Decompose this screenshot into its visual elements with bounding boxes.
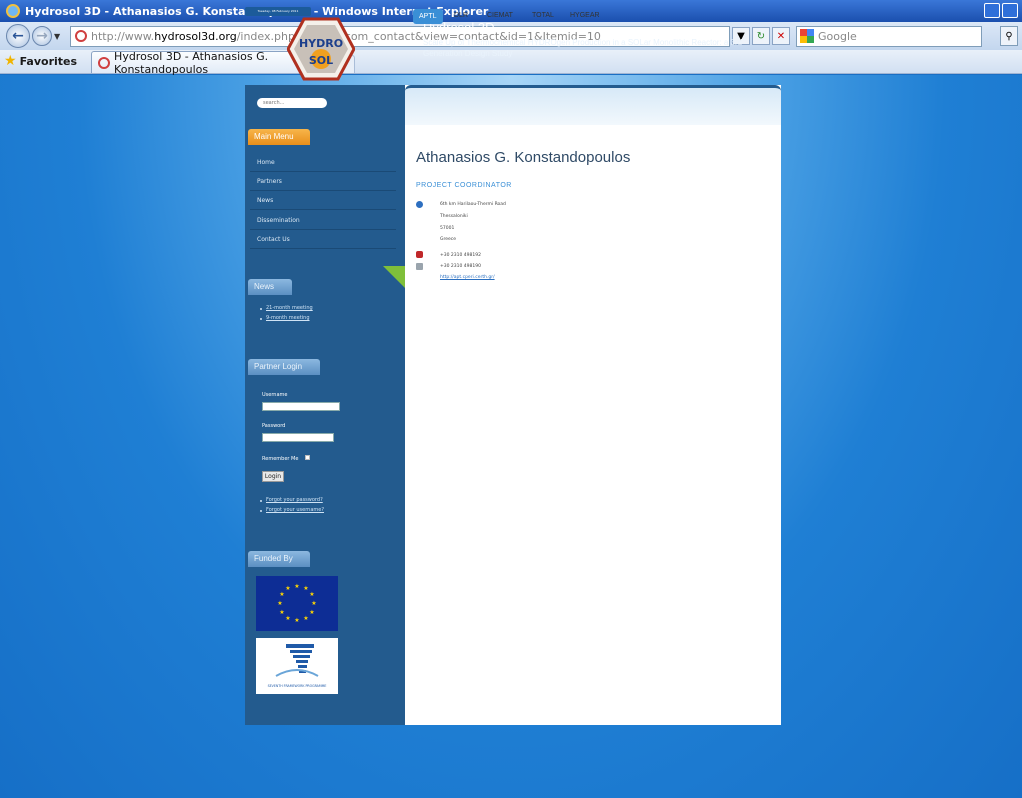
svg-text:★: ★ [303, 585, 308, 592]
svg-text:★: ★ [309, 609, 314, 616]
svg-text:★: ★ [279, 591, 284, 598]
site-subtitle: Scale Up of Thermochemical HYDROgen Prod… [423, 38, 743, 58]
search-box[interactable]: Google [796, 25, 982, 47]
logo-text-top: HYDRO [299, 37, 343, 50]
username-label: Username [262, 392, 288, 398]
address-city: Thessaloniki [440, 214, 468, 219]
forgot-password-link[interactable]: Forgot your password? [266, 497, 323, 503]
menu-item-home[interactable]: Home [250, 154, 396, 172]
date-display: Tuesday, 08 February 2011 [245, 7, 311, 16]
svg-text:★: ★ [294, 583, 299, 590]
address-postcode: 57001 [440, 226, 455, 231]
news-link-9-month[interactable]: 9-month meeting [266, 315, 310, 321]
remember-me-checkbox[interactable] [305, 455, 310, 460]
partner-tabs-bar [405, 85, 781, 125]
logo-text-bottom: SOL [309, 54, 333, 67]
back-button[interactable]: ← [6, 24, 30, 48]
favorites-label: Favorites [19, 54, 78, 68]
contact-position: PROJECT COORDINATOR [416, 182, 512, 189]
tab-total[interactable]: TOTAL [532, 12, 554, 19]
funded-by-title: Funded By [248, 551, 310, 567]
partner-login-title: Partner Login [248, 359, 320, 375]
address-street: 6th km Harilaou-Thermi Road [440, 202, 506, 207]
contact-name: Athanasios G. Konstandopoulos [416, 149, 631, 166]
contact-website-link[interactable]: http://apt.cperi.certh.gr/ [440, 275, 495, 280]
svg-text:★: ★ [294, 617, 299, 624]
address-domain: hydrosol3d.org [154, 29, 237, 43]
minimize-button[interactable] [984, 3, 1000, 18]
password-input[interactable] [262, 433, 334, 442]
bullet-icon [260, 500, 262, 502]
news-link-21-month[interactable]: 21-month meeting [266, 305, 313, 311]
tab-ciemat[interactable]: CIEMAT [487, 12, 513, 19]
fp7-logo[interactable]: SEVENTH FRAMEWORK PROGRAMME [256, 638, 338, 694]
google-icon [800, 29, 814, 43]
maximize-button[interactable] [1002, 3, 1018, 18]
username-input[interactable] [262, 402, 340, 411]
address-prefix: http://www. [91, 29, 155, 43]
eu-flag-logo[interactable]: ★ ★★ ★★★ ★★★ ★★★ [256, 576, 338, 631]
bullet-icon [260, 318, 262, 320]
forgot-username-link[interactable]: Forgot your username? [266, 507, 324, 513]
fax-icon [416, 263, 423, 270]
password-label: Password [262, 423, 286, 429]
hydrosol-logo[interactable]: HYDRO SOL [287, 17, 355, 81]
svg-text:★: ★ [285, 585, 290, 592]
contact-fax: +30 2310 498190 [440, 264, 481, 269]
menu-item-news[interactable]: News [250, 192, 396, 210]
svg-text:★: ★ [277, 600, 282, 607]
svg-text:★: ★ [279, 609, 284, 616]
svg-text:★: ★ [311, 600, 316, 607]
address-icon [416, 201, 423, 208]
menu-item-contact-us[interactable]: Contact Us [250, 231, 396, 249]
content-panel [405, 85, 781, 725]
contact-telephone: +30 2310 498192 [440, 253, 481, 258]
remember-me-label: Remember Me [262, 456, 299, 462]
tab-dlr[interactable]: DLR [454, 12, 468, 19]
main-menu-title: Main Menu [248, 129, 310, 145]
news-title: News [248, 279, 292, 295]
fp7-caption: SEVENTH FRAMEWORK PROGRAMME [268, 684, 327, 688]
address-country: Greece [440, 237, 457, 242]
svg-text:★: ★ [285, 615, 290, 622]
internet-explorer-icon [6, 4, 20, 18]
search-go-icon[interactable]: ⚲ [1000, 26, 1018, 46]
history-dropdown-icon[interactable]: ▼ [54, 32, 64, 41]
bullet-icon [260, 510, 262, 512]
login-button[interactable]: Login [262, 471, 284, 482]
favorites-button[interactable]: ★ Favorites [4, 50, 77, 72]
menu-item-dissemination[interactable]: Dissemination [250, 212, 396, 230]
new-ribbon-icon [383, 266, 405, 288]
tab-aptl[interactable]: APTL [413, 9, 443, 24]
page-favicon-icon [75, 30, 87, 42]
window-controls [984, 3, 1018, 18]
menu-item-partners[interactable]: Partners [250, 173, 396, 191]
tab-favicon-icon [98, 56, 111, 69]
svg-text:★: ★ [309, 591, 314, 598]
tab-hygear[interactable]: HYGEAR [570, 12, 600, 19]
forward-button[interactable]: → [32, 26, 52, 46]
star-icon: ★ [4, 53, 17, 69]
bullet-icon [260, 308, 262, 310]
telephone-icon [416, 251, 423, 258]
site-search-input[interactable] [257, 98, 327, 108]
svg-text:★: ★ [303, 615, 308, 622]
search-placeholder: Google [818, 29, 857, 43]
